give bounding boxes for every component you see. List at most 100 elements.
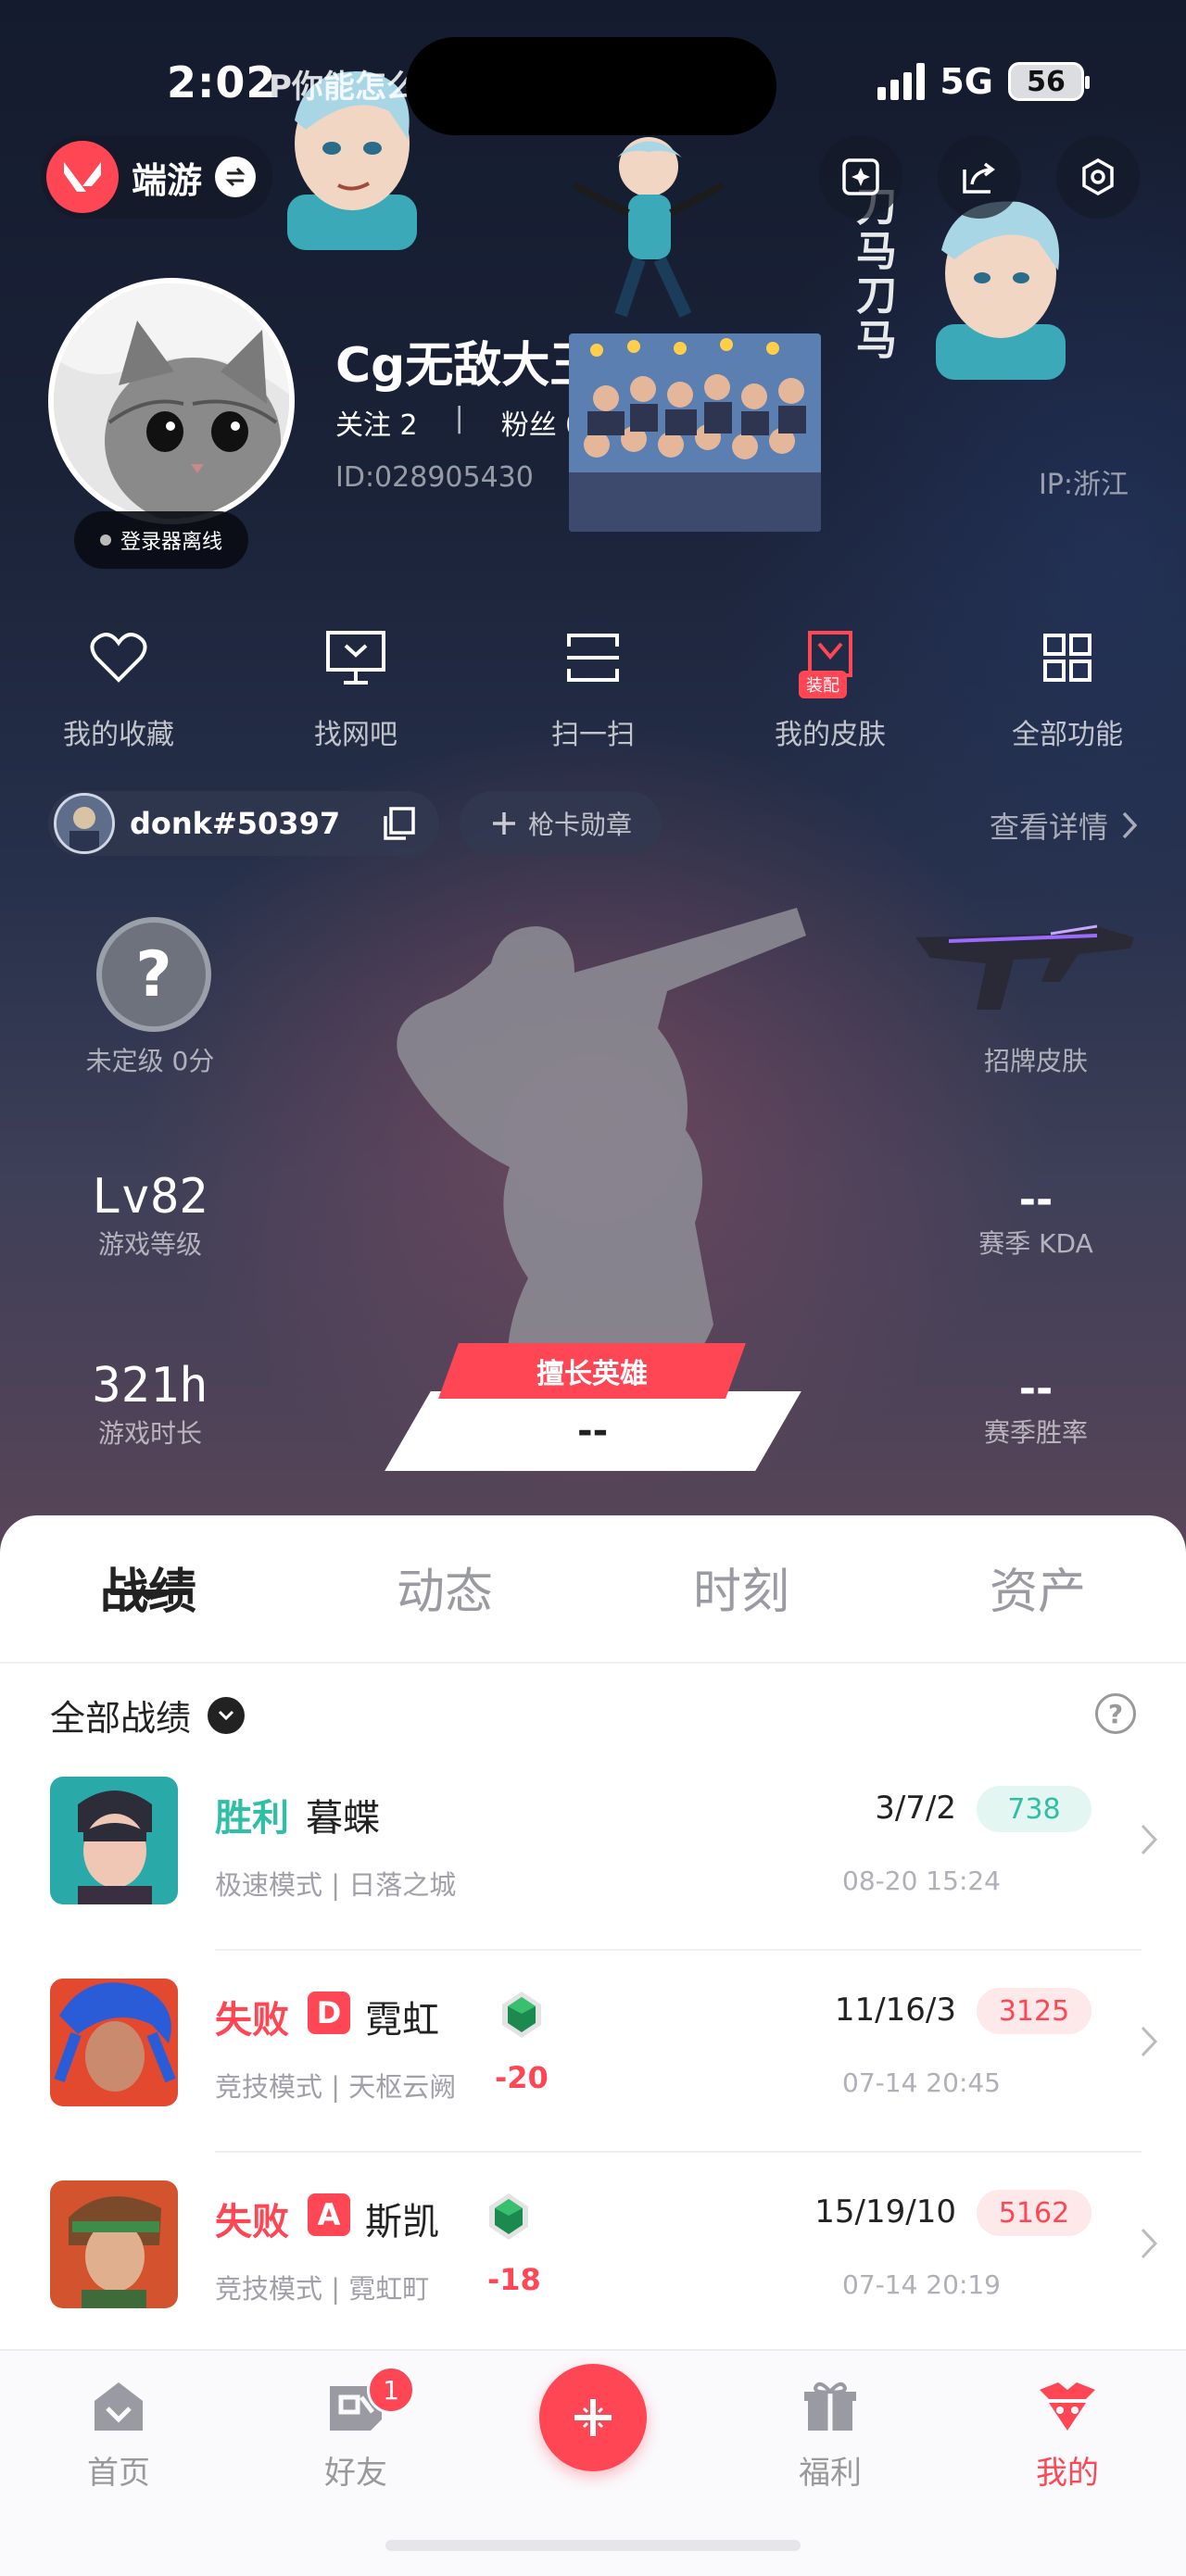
match-score-badge: 5162 [977,2190,1091,2236]
match-kda: 3/7/2 [875,1790,956,1827]
share-button[interactable] [938,135,1021,219]
gear-icon [1082,157,1114,196]
quick-action-all-features[interactable]: 全部功能 [949,621,1186,752]
tab-moments-feed[interactable]: 动态 [296,1552,593,1622]
kda-stat: -- 赛季 KDA [923,1176,1149,1261]
network-type: 5G [940,61,993,102]
quick-action-find-cafe[interactable]: 找网吧 [237,621,474,752]
content-tabs: 战绩 动态 时刻 资产 [0,1552,1186,1622]
signature-skin-label: 招牌皮肤 [983,1046,1088,1076]
match-mode-map: 竞技模式 | 霓虹町 [215,2273,430,2305]
chevron-right-icon [1141,2026,1158,2057]
monitor-icon [319,621,393,695]
level-value: Lv82 [92,1169,208,1225]
quick-actions: 我的收藏 找网吧 扫一扫 装配 我的皮肤 全部功能 [0,621,1186,752]
match-kda: 15/19/10 [814,2193,956,2230]
agents-group-image [569,333,821,532]
match-mode-map: 竞技模式 | 天枢云阙 [215,2071,457,2103]
quick-action-skins[interactable]: 装配 我的皮肤 [712,621,949,752]
nav-label: 首页 [87,2455,150,2492]
equip-tag: 装配 [799,671,847,698]
header-actions [819,135,1140,219]
match-kda: 11/16/3 [834,1992,956,2029]
chevron-down-icon [208,1696,246,1734]
rank-label: 未定级 0分 [85,1046,215,1076]
best-agent-box: -- [385,1391,801,1471]
card-badge-button[interactable]: 枪卡勋章 [460,791,662,856]
chevron-right-icon [1122,811,1138,839]
follow-separator: | [454,402,464,434]
match-result: 失败 [215,2201,289,2243]
match-rank-letter: A [308,2193,350,2236]
notification-badge: 1 [367,2366,415,2414]
nav-label: 好友 [324,2455,387,2492]
rank-stat: 未定级 0分 [37,1041,263,1078]
following-count[interactable]: 关注 2 [335,402,418,443]
help-icon[interactable]: ? [1095,1693,1136,1734]
launcher-status-badge: 登录器离线 [74,511,249,569]
home-icon [95,2382,143,2431]
card-badge-label: 枪卡勋章 [527,810,632,840]
agent-portrait-neon [50,1979,178,2106]
quick-action-label: 我的收藏 [63,719,174,751]
match-time: 08-20 15:24 [842,1866,1001,1896]
match-rr-change: -18 [487,2262,541,2297]
user-id: ID:028905430 [335,461,534,494]
playtime-label: 游戏时长 [97,1418,202,1449]
winrate-value: -- [1018,1365,1054,1413]
nav-home[interactable]: 首页 [44,2379,193,2493]
home-indicator [385,2540,801,2551]
records-filter-dropdown[interactable]: 全部战绩 [50,1690,246,1740]
status-time: 2:02 [167,57,277,107]
valorant-logo-icon [46,141,119,213]
riot-id-pill[interactable]: donk#50397 [48,791,439,856]
quick-action-label: 全部功能 [1012,719,1123,751]
create-post-button[interactable] [539,2364,647,2471]
game-switch-button[interactable]: 端游 [41,135,273,219]
dynamic-island [406,37,776,135]
sparkle-frame-icon [842,158,879,195]
tab-assets[interactable]: 资产 [890,1552,1186,1622]
unranked-rank-icon: ? [96,917,211,1032]
match-agent-name: 霓虹 [365,1999,439,2042]
nav-label: 我的 [1036,2455,1099,2492]
level-label: 游戏等级 [97,1229,202,1260]
signature-skin-stat[interactable]: 招牌皮肤 [923,1041,1149,1078]
copy-icon[interactable] [380,805,417,842]
tab-records[interactable]: 战绩 [0,1552,296,1622]
match-result: 胜利 [215,1797,289,1840]
plus-icon [492,812,515,835]
quick-action-label: 扫一扫 [551,719,635,751]
signal-icon [877,63,926,100]
tab-highlights[interactable]: 时刻 [593,1552,890,1622]
heart-icon [82,621,156,695]
avatar[interactable] [48,278,295,524]
best-agent-label: 擅长英雄 [536,1358,648,1390]
plus-icon [574,2399,612,2436]
rank-gem-icon [489,2193,528,2240]
divider [0,1662,1186,1664]
nav-benefits[interactable]: 福利 [756,2379,904,2493]
view-details-link[interactable]: 查看详情 [990,804,1138,847]
quick-action-scan[interactable]: 扫一扫 [474,621,712,752]
status-dot-icon [100,534,111,546]
level-stat: Lv82 游戏等级 [37,1169,263,1262]
nav-profile[interactable]: 我的 [993,2379,1142,2493]
match-row[interactable]: 失败 D 霓虹 竞技模式 | 天枢云阙 -20 11/16/3 3125 07-… [50,1979,1158,2180]
quick-action-label: 我的皮肤 [775,719,886,751]
ai-edit-button[interactable] [819,135,902,219]
match-time: 07-14 20:19 [842,2269,1001,2300]
profile-header: P你能怎么 刀马刀马 2:02 5G 56 端游 [0,0,1186,1575]
winrate-stat: -- 赛季胜率 [923,1365,1149,1450]
row-divider [215,1949,1142,1951]
settings-button[interactable] [1056,135,1140,219]
active-tab-caret [137,1591,159,1601]
skin-icon: 装配 [793,621,867,698]
nav-friends[interactable]: 好友 1 [282,2366,430,2493]
playtime-value: 321h [92,1358,208,1414]
match-row[interactable]: 胜利 暮蝶 极速模式 | 日落之城 3/7/2 738 08-20 15:24 [50,1777,1158,1979]
sticker-text: P你能怎么 [269,69,418,106]
view-details-label: 查看详情 [989,810,1108,845]
quick-action-favorites[interactable]: 我的收藏 [0,621,237,752]
jett-sticker-middle [573,137,725,318]
